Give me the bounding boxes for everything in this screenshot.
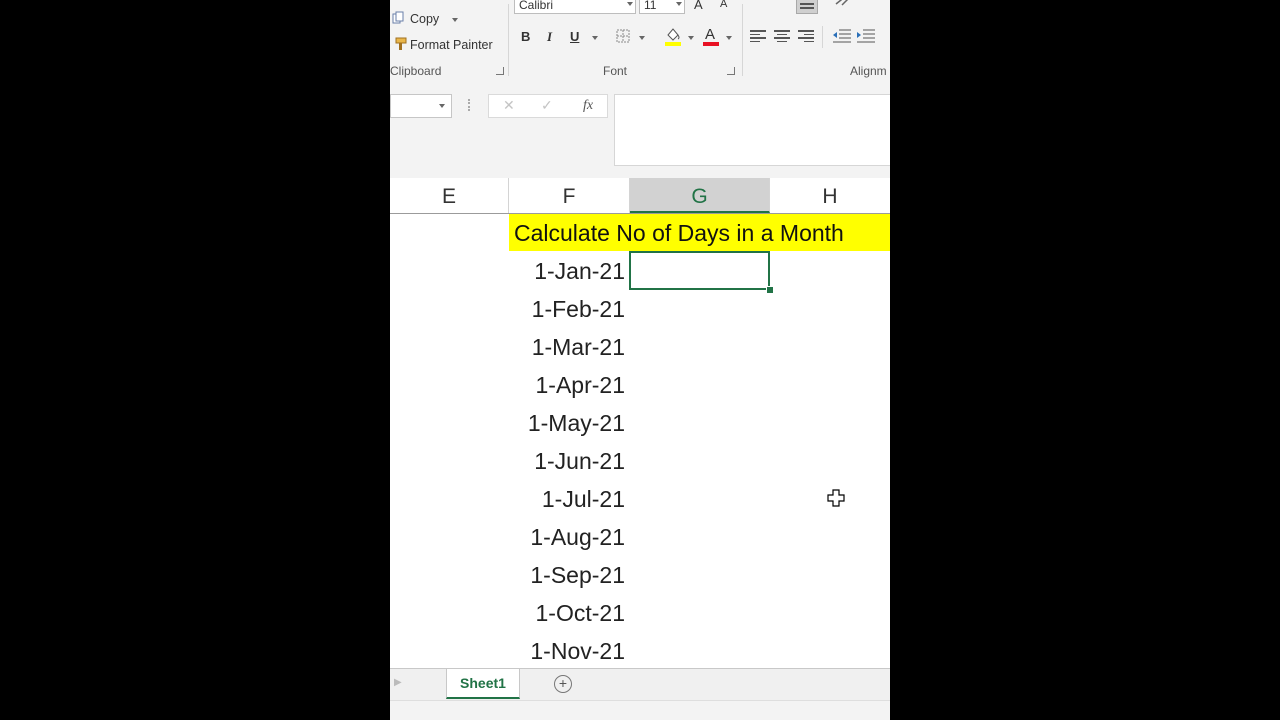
column-header-f[interactable]: F — [509, 178, 630, 213]
fill-handle[interactable] — [766, 286, 774, 294]
align-center-icon[interactable] — [774, 30, 790, 42]
column-header-g[interactable]: G — [630, 178, 770, 213]
font-launcher-icon[interactable] — [727, 67, 735, 75]
group-divider — [822, 26, 823, 48]
align-left-icon[interactable] — [750, 30, 766, 42]
font-size-dropdown-icon[interactable] — [676, 2, 682, 6]
date-cell[interactable]: 1-Apr-21 — [508, 366, 625, 404]
middle-align-icon[interactable] — [776, 0, 792, 6]
font-color-letter: A — [705, 26, 716, 43]
active-cell-g2[interactable] — [629, 251, 770, 290]
add-sheet-icon[interactable]: + — [554, 675, 572, 693]
date-cell[interactable]: 1-Jan-21 — [508, 252, 625, 290]
ribbon: Copy Format Painter Clipboard Calibri 11… — [390, 0, 890, 83]
column-header-e[interactable]: E — [390, 178, 509, 213]
date-cell[interactable]: 1-Aug-21 — [508, 518, 625, 556]
font-name-value: Calibri — [519, 0, 554, 12]
bottom-align-icon[interactable] — [796, 0, 818, 14]
font-group-label: Font — [603, 64, 628, 78]
underline-dropdown-icon[interactable] — [592, 36, 598, 40]
date-cell[interactable]: 1-Feb-21 — [508, 290, 625, 328]
formula-input[interactable] — [614, 94, 890, 166]
group-divider — [508, 4, 509, 76]
column-headers: E F G H — [390, 178, 890, 214]
date-cell[interactable]: 1-May-21 — [508, 404, 625, 442]
date-cell[interactable]: 1-Jul-21 — [508, 480, 625, 518]
font-name-select[interactable]: Calibri — [514, 0, 636, 14]
copy-button[interactable]: Copy — [410, 12, 439, 26]
copy-icon — [392, 11, 404, 24]
increase-indent-icon[interactable] — [856, 28, 876, 49]
insert-function-button[interactable]: fx — [583, 98, 593, 114]
top-align-icon[interactable] — [752, 0, 768, 6]
tab-scroll-left-icon[interactable]: ▶ — [394, 677, 402, 688]
format-painter-icon — [392, 37, 408, 56]
name-box-dropdown-icon[interactable] — [439, 104, 445, 108]
worksheet-grid[interactable]: Calculate No of Days in a Month 1-Jan-21… — [390, 214, 890, 668]
align-right-icon[interactable] — [798, 30, 814, 42]
decrease-font-button[interactable]: A — [720, 0, 727, 10]
decrease-indent-icon[interactable] — [832, 28, 852, 49]
orientation-icon[interactable] — [834, 0, 860, 13]
copy-dropdown-icon[interactable] — [452, 18, 458, 22]
date-cell[interactable]: 1-Jun-21 — [508, 442, 625, 480]
fill-color-icon[interactable] — [664, 26, 682, 51]
italic-button[interactable]: I — [547, 29, 552, 45]
font-name-dropdown-icon[interactable] — [627, 2, 633, 6]
format-painter-button[interactable]: Format Painter — [410, 38, 493, 52]
formula-buttons: ✕ ✓ fx — [488, 94, 608, 118]
column-header-h[interactable]: H — [770, 178, 890, 213]
name-box[interactable] — [390, 94, 452, 118]
alignment-group-label: Alignm — [850, 64, 887, 78]
cell-cursor-icon — [827, 489, 845, 507]
fill-color-dropdown-icon[interactable] — [688, 36, 694, 40]
excel-window: Copy Format Painter Clipboard Calibri 11… — [390, 0, 890, 720]
clipboard-launcher-icon[interactable] — [496, 67, 504, 75]
formula-bar-area: ✕ ✓ fx — [390, 82, 890, 178]
sheet-tabs-bar: ▶ Sheet1 + — [390, 668, 890, 701]
font-color-icon[interactable]: A — [702, 26, 720, 46]
enter-formula-button[interactable]: ✓ — [541, 97, 553, 114]
bold-button[interactable]: B — [521, 29, 530, 44]
borders-icon[interactable] — [616, 29, 630, 48]
clipboard-group-label: Clipboard — [390, 64, 442, 78]
font-color-dropdown-icon[interactable] — [726, 36, 732, 40]
date-cell[interactable]: 1-Nov-21 — [508, 632, 625, 670]
sheet-tab-sheet1[interactable]: Sheet1 — [446, 669, 520, 699]
underline-button[interactable]: U — [570, 29, 579, 44]
date-cell[interactable]: 1-Sep-21 — [508, 556, 625, 594]
font-color-swatch — [703, 42, 719, 46]
increase-font-button[interactable]: A — [694, 0, 703, 12]
borders-dropdown-icon[interactable] — [639, 36, 645, 40]
title-cell[interactable]: Calculate No of Days in a Month — [509, 214, 890, 251]
group-divider — [742, 4, 743, 76]
date-cell[interactable]: 1-Oct-21 — [508, 594, 625, 632]
date-cell[interactable]: 1-Mar-21 — [508, 328, 625, 366]
cancel-formula-button[interactable]: ✕ — [503, 97, 515, 114]
formula-bar-grip-icon — [468, 99, 472, 111]
status-bar — [390, 700, 890, 720]
font-size-value: 11 — [644, 0, 657, 12]
